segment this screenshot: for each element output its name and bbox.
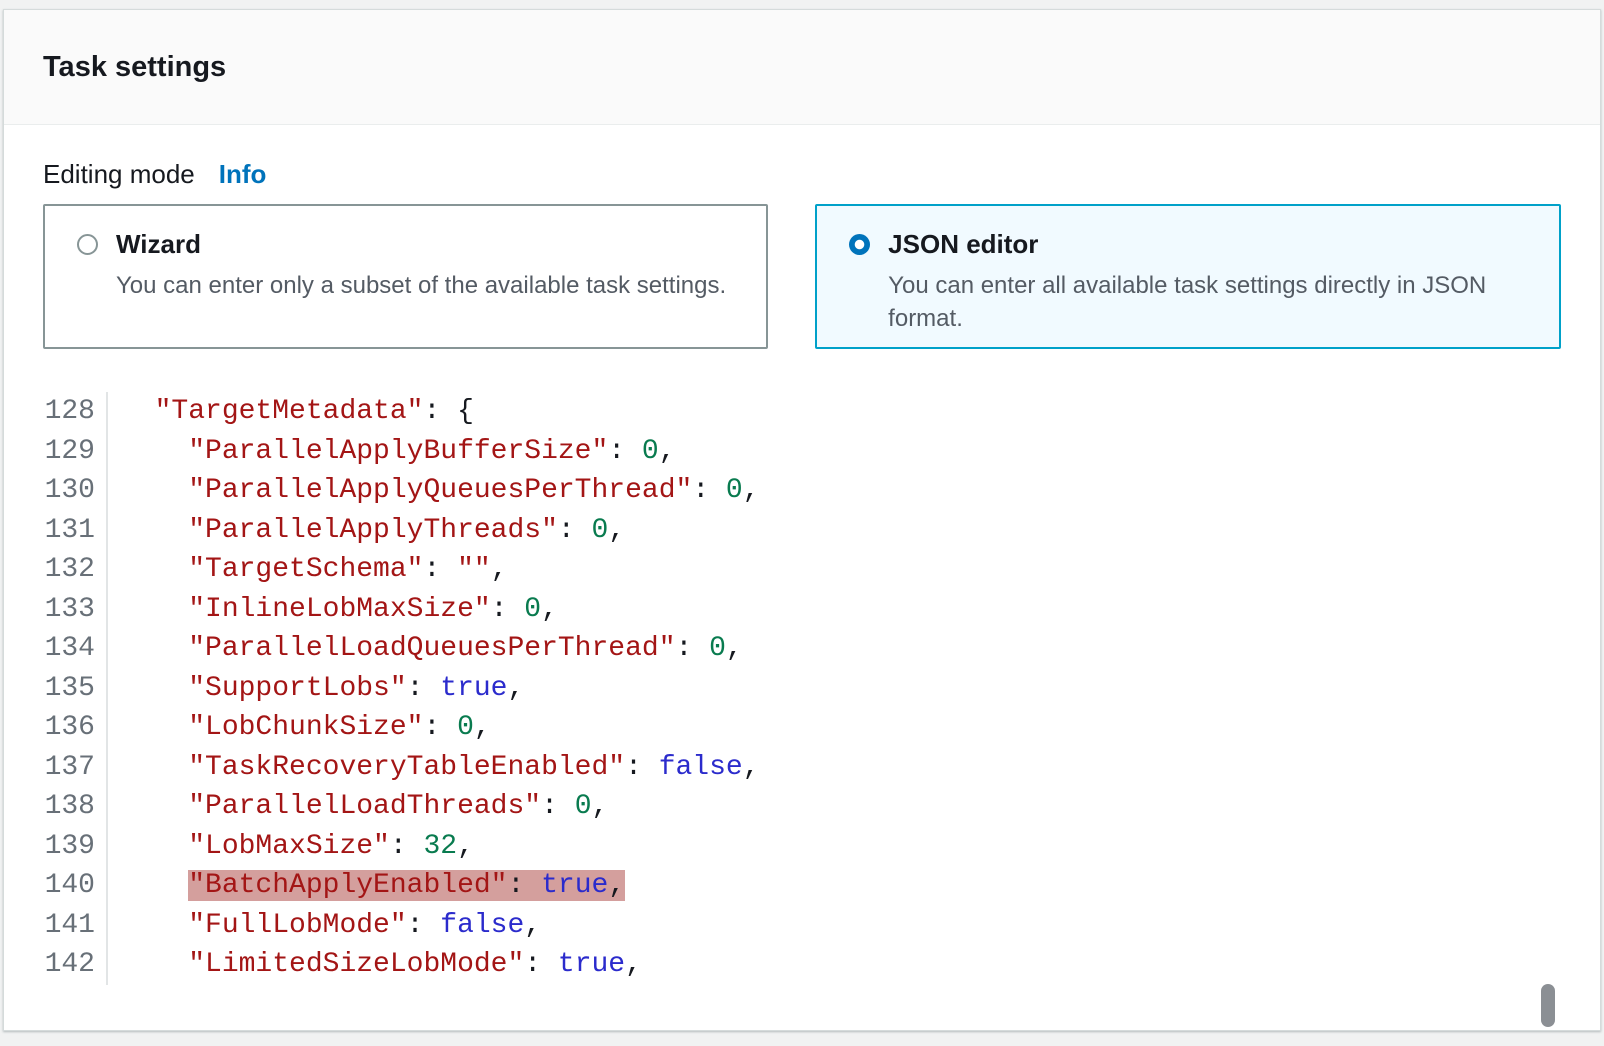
line-number: 131 bbox=[4, 511, 108, 551]
code-text: "InlineLobMaxSize": 0, bbox=[108, 590, 558, 630]
code-text: "ParallelLoadQueuesPerThread": 0, bbox=[108, 629, 743, 669]
code-text: "TaskRecoveryTableEnabled": false, bbox=[108, 748, 760, 788]
line-number: 141 bbox=[4, 906, 108, 946]
editing-mode-row: Editing mode Info bbox=[43, 159, 1600, 190]
highlighted-code: "BatchApplyEnabled": true, bbox=[188, 870, 625, 901]
code-line[interactable]: 132 "TargetSchema": "", bbox=[4, 550, 1600, 590]
panel-body: Editing mode Info Wizard You can enter o… bbox=[4, 159, 1600, 985]
page-title: Task settings bbox=[43, 51, 226, 84]
editing-mode-label: Editing mode bbox=[43, 159, 195, 190]
task-settings-panel: Task settings Editing mode Info Wizard Y… bbox=[3, 9, 1601, 1031]
code-line[interactable]: 133 "InlineLobMaxSize": 0, bbox=[4, 590, 1600, 630]
wizard-radio-button[interactable] bbox=[77, 234, 98, 255]
code-line[interactable]: 139 "LobMaxSize": 32, bbox=[4, 827, 1600, 867]
code-line[interactable]: 134 "ParallelLoadQueuesPerThread": 0, bbox=[4, 629, 1600, 669]
code-line[interactable]: 137 "TaskRecoveryTableEnabled": false, bbox=[4, 748, 1600, 788]
code-text: "SupportLobs": true, bbox=[108, 669, 524, 709]
code-text: "ParallelApplyThreads": 0, bbox=[108, 511, 625, 551]
line-number: 139 bbox=[4, 827, 108, 867]
code-line[interactable]: 131 "ParallelApplyThreads": 0, bbox=[4, 511, 1600, 551]
info-link[interactable]: Info bbox=[219, 159, 267, 190]
option-json-title-row: JSON editor bbox=[849, 229, 1519, 260]
code-text: "ParallelApplyQueuesPerThread": 0, bbox=[108, 471, 760, 511]
code-text: "LobChunkSize": 0, bbox=[108, 708, 491, 748]
code-line[interactable]: 130 "ParallelApplyQueuesPerThread": 0, bbox=[4, 471, 1600, 511]
option-wizard[interactable]: Wizard You can enter only a subset of th… bbox=[43, 204, 768, 349]
code-line[interactable]: 135 "SupportLobs": true, bbox=[4, 669, 1600, 709]
code-line[interactable]: 128 "TargetMetadata": { bbox=[4, 392, 1600, 432]
option-json-title: JSON editor bbox=[888, 229, 1038, 260]
code-text: "LobMaxSize": 32, bbox=[108, 827, 474, 867]
line-number: 142 bbox=[4, 945, 108, 985]
line-number: 138 bbox=[4, 787, 108, 827]
line-number: 130 bbox=[4, 471, 108, 511]
code-text: "LimitedSizeLobMode": true, bbox=[108, 945, 642, 985]
option-wizard-title: Wizard bbox=[116, 229, 201, 260]
code-line[interactable]: 141 "FullLobMode": false, bbox=[4, 906, 1600, 946]
code-line[interactable]: 136 "LobChunkSize": 0, bbox=[4, 708, 1600, 748]
option-json-editor[interactable]: JSON editor You can enter all available … bbox=[815, 204, 1561, 349]
panel-header: Task settings bbox=[4, 10, 1600, 125]
code-text: "FullLobMode": false, bbox=[108, 906, 541, 946]
code-text: "TargetMetadata": { bbox=[108, 392, 474, 432]
code-line[interactable]: 142 "LimitedSizeLobMode": true, bbox=[4, 945, 1600, 985]
line-number: 136 bbox=[4, 708, 108, 748]
code-text: "BatchApplyEnabled": true, bbox=[108, 866, 625, 906]
line-number: 132 bbox=[4, 550, 108, 590]
line-number: 128 bbox=[4, 392, 108, 432]
code-line[interactable]: 138 "ParallelLoadThreads": 0, bbox=[4, 787, 1600, 827]
code-lines: 128 "TargetMetadata": {129 "ParallelAppl… bbox=[4, 392, 1600, 985]
option-json-description: You can enter all available task setting… bbox=[888, 269, 1488, 335]
code-text: "ParallelApplyBufferSize": 0, bbox=[108, 432, 676, 472]
option-wizard-description: You can enter only a subset of the avail… bbox=[116, 269, 726, 302]
line-number: 137 bbox=[4, 748, 108, 788]
line-number: 135 bbox=[4, 669, 108, 709]
option-wizard-title-row: Wizard bbox=[77, 229, 726, 260]
code-line[interactable]: 140 "BatchApplyEnabled": true, bbox=[4, 866, 1600, 906]
line-number: 134 bbox=[4, 629, 108, 669]
scrollbar-thumb[interactable] bbox=[1541, 984, 1555, 1027]
json-code-editor[interactable]: 128 "TargetMetadata": {129 "ParallelAppl… bbox=[4, 392, 1600, 985]
line-number: 129 bbox=[4, 432, 108, 472]
line-number: 140 bbox=[4, 866, 108, 906]
line-number: 133 bbox=[4, 590, 108, 630]
code-text: "TargetSchema": "", bbox=[108, 550, 508, 590]
code-text: "ParallelLoadThreads": 0, bbox=[108, 787, 608, 827]
json-editor-radio-button[interactable] bbox=[849, 234, 870, 255]
code-line[interactable]: 129 "ParallelApplyBufferSize": 0, bbox=[4, 432, 1600, 472]
editing-mode-options: Wizard You can enter only a subset of th… bbox=[43, 204, 1561, 349]
